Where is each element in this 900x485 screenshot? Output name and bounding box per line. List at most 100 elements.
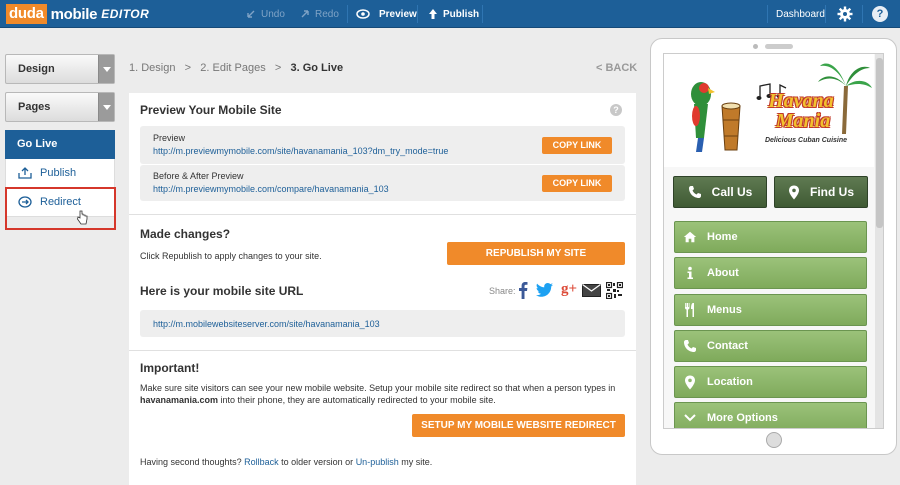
qr-code-icon[interactable] xyxy=(606,282,623,299)
top-toolbar: duda mobile EDITOR Undo Redo Preview Pub… xyxy=(0,0,900,28)
nav-item-more-options[interactable]: More Options xyxy=(674,402,867,428)
phone-camera xyxy=(753,44,758,49)
important-text-part: Make sure site visitors can see your new… xyxy=(140,383,616,393)
publish-button[interactable]: Publish xyxy=(428,0,479,28)
gear-icon xyxy=(837,6,853,22)
redo-icon xyxy=(301,10,309,18)
nav-item-label: Contact xyxy=(707,340,748,352)
before-after-url[interactable]: http://m.previewmymobile.com/compare/hav… xyxy=(153,184,389,194)
footer-text-part: my site. xyxy=(401,457,433,467)
phone-speaker xyxy=(765,44,793,49)
publish-label: Publish xyxy=(443,8,480,20)
important-text: Make sure site visitors can see your new… xyxy=(140,382,625,406)
call-us-button[interactable]: Call Us xyxy=(673,176,767,208)
hand-cursor-icon xyxy=(77,210,88,225)
toolbar-divider xyxy=(347,5,348,23)
undo-icon xyxy=(247,10,255,18)
pages-dropdown[interactable]: Pages xyxy=(5,92,115,122)
site-header: Havana Mania Delicious Cuban Cuisine xyxy=(664,54,874,167)
logo-brand: duda xyxy=(6,4,47,24)
breadcrumb: 1. Design > 2. Edit Pages > 3. Go Live xyxy=(129,62,343,74)
unpublish-link[interactable]: Un-publish xyxy=(356,457,399,467)
google-plus-icon[interactable]: g+ xyxy=(561,281,577,298)
nav-item-label: Menus xyxy=(707,304,742,316)
back-link[interactable]: < BACK xyxy=(596,62,637,74)
section-divider xyxy=(129,350,636,351)
copy-link-button[interactable]: COPY LINK xyxy=(542,175,612,192)
home-icon xyxy=(683,231,697,243)
rollback-link[interactable]: Rollback xyxy=(244,457,279,467)
url-section-title: Here is your mobile site URL xyxy=(140,284,304,298)
publish-icon xyxy=(18,167,32,179)
help-button[interactable]: ? xyxy=(872,0,888,28)
help-icon: ? xyxy=(872,6,888,22)
breadcrumb-step-go-live: 3. Go Live xyxy=(290,62,344,74)
settings-button[interactable] xyxy=(837,0,853,28)
breadcrumb-separator: > xyxy=(274,62,282,74)
find-us-button[interactable]: Find Us xyxy=(774,176,868,208)
important-section-title: Important! xyxy=(140,361,200,375)
toolbar-divider xyxy=(417,5,418,23)
nav-item-location[interactable]: Location xyxy=(674,366,867,398)
highlight-box xyxy=(5,187,116,230)
footer-text: Having second thoughts? Rollback to olde… xyxy=(140,456,432,468)
conga-drum-icon xyxy=(721,102,741,151)
find-us-label: Find Us xyxy=(810,185,854,199)
share-label: Share: xyxy=(489,286,516,296)
toolbar-divider xyxy=(825,5,826,23)
twitter-icon[interactable] xyxy=(536,283,553,297)
map-pin-icon xyxy=(685,375,695,389)
map-pin-icon xyxy=(789,185,799,199)
redo-button[interactable]: Redo xyxy=(300,0,339,28)
important-text-part: into their phone, they are automatically… xyxy=(218,395,496,405)
chevron-down-icon xyxy=(684,414,696,422)
toolbar-divider xyxy=(482,5,483,23)
logo-line-2: Mania xyxy=(775,110,831,132)
email-icon[interactable] xyxy=(582,284,601,297)
nav-item-label: More Options xyxy=(707,412,778,424)
phone-icon xyxy=(688,186,701,198)
nav-item-label: Location xyxy=(707,376,753,388)
mobile-site-url[interactable]: http://m.mobilewebsiteserver.com/site/ha… xyxy=(153,319,380,329)
toolbar-divider xyxy=(767,5,768,23)
preview-button[interactable]: Preview xyxy=(356,0,417,28)
phone-scrollbar-thumb[interactable] xyxy=(876,58,883,228)
breadcrumb-step-design[interactable]: 1. Design xyxy=(129,62,175,74)
go-live-header[interactable]: Go Live xyxy=(5,130,115,159)
help-icon[interactable]: ? xyxy=(610,104,622,116)
breadcrumb-step-edit-pages[interactable]: 2. Edit Pages xyxy=(200,62,265,74)
changes-section-title: Made changes? xyxy=(140,227,231,241)
nav-item-about[interactable]: About xyxy=(674,257,867,289)
pages-label: Pages xyxy=(18,101,51,113)
chevron-down-icon xyxy=(98,55,114,83)
phone-home-button[interactable] xyxy=(766,432,782,448)
preview-url[interactable]: http://m.previewmymobile.com/site/havana… xyxy=(153,146,448,156)
logo-product: mobile xyxy=(50,5,98,23)
sidebar-item-label: Publish xyxy=(40,167,77,179)
duda-logo: duda mobile EDITOR xyxy=(6,4,149,24)
republish-button[interactable]: REPUBLISH MY SITE xyxy=(447,242,625,265)
undo-button[interactable]: Undo xyxy=(246,0,285,28)
facebook-icon[interactable] xyxy=(518,281,528,299)
upload-arrow-icon xyxy=(429,9,437,19)
redo-label: Redo xyxy=(315,8,339,20)
dashboard-link[interactable]: Dashboard xyxy=(776,0,825,28)
sidebar-item-publish[interactable]: Publish xyxy=(5,159,115,188)
nav-item-label: About xyxy=(707,267,739,279)
changes-text: Click Republish to apply changes to your… xyxy=(140,251,322,261)
parrot-icon xyxy=(691,82,715,152)
nav-item-home[interactable]: Home xyxy=(674,221,867,253)
info-icon xyxy=(687,266,693,279)
footer-text-part: Having second thoughts? xyxy=(140,457,242,467)
design-label: Design xyxy=(18,63,55,75)
design-dropdown[interactable]: Design xyxy=(5,54,115,84)
nav-item-label: Home xyxy=(707,231,738,243)
eye-icon xyxy=(356,9,370,19)
copy-link-button[interactable]: COPY LINK xyxy=(542,137,612,154)
nav-item-contact[interactable]: Contact xyxy=(674,330,867,362)
footer-text-part: to older version or xyxy=(281,457,354,467)
preview-section-title: Preview Your Mobile Site xyxy=(140,103,282,117)
phone-icon xyxy=(684,340,696,352)
nav-item-menus[interactable]: Menus xyxy=(674,294,867,326)
setup-redirect-button[interactable]: SETUP MY MOBILE WEBSITE REDIRECT xyxy=(412,414,625,437)
